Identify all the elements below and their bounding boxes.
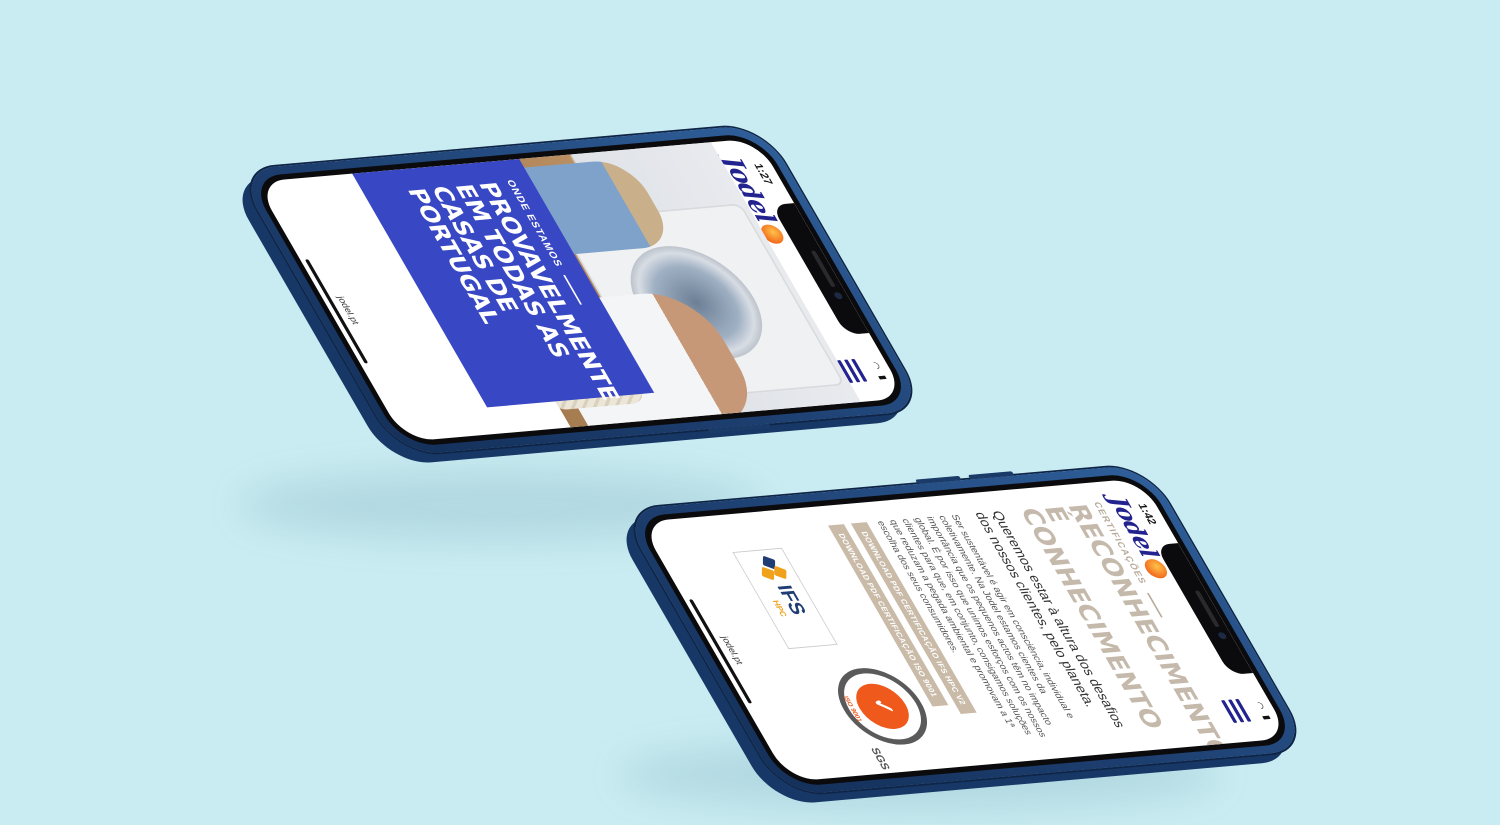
sgs-brand-label: SGS	[867, 747, 893, 771]
home-indicator	[304, 259, 369, 364]
wifi-battery-icon: ◠ ▮	[1252, 701, 1274, 723]
phone-2-bezel: 1:42 ◠ ▮ Jodel CERTIFICAÇÕES RECONHECIME…	[631, 472, 1299, 788]
phone-2-screen: 1:42 ◠ ▮ Jodel CERTIFICAÇÕES RECONHECIME…	[639, 478, 1291, 782]
mockup-scene: 1:27 ◠ ▮ Jodel ONDE ESTAMOS PROVAVELMENT…	[0, 0, 1500, 825]
wifi-battery-icon: ◠ ▮	[868, 361, 890, 383]
phone-1-side-button	[707, 423, 772, 434]
phone-1: 1:27 ◠ ▮ Jodel ONDE ESTAMOS PROVAVELMENT…	[234, 124, 928, 456]
phone-2: 1:42 ◠ ▮ Jodel CERTIFICAÇÕES RECONHECIME…	[618, 464, 1312, 796]
status-time: 1:42	[1135, 503, 1160, 525]
ifs-hpc-badge: IFS HPC	[732, 547, 838, 650]
phone-2-volume-down	[915, 475, 962, 485]
phone-1-screen: 1:27 ◠ ▮ Jodel ONDE ESTAMOS PROVAVELMENT…	[255, 138, 907, 442]
phone-1-bezel: 1:27 ◠ ▮ Jodel ONDE ESTAMOS PROVAVELMENT…	[247, 132, 915, 448]
status-time: 1:27	[751, 163, 776, 185]
phone-2-volume-up	[967, 471, 1015, 480]
